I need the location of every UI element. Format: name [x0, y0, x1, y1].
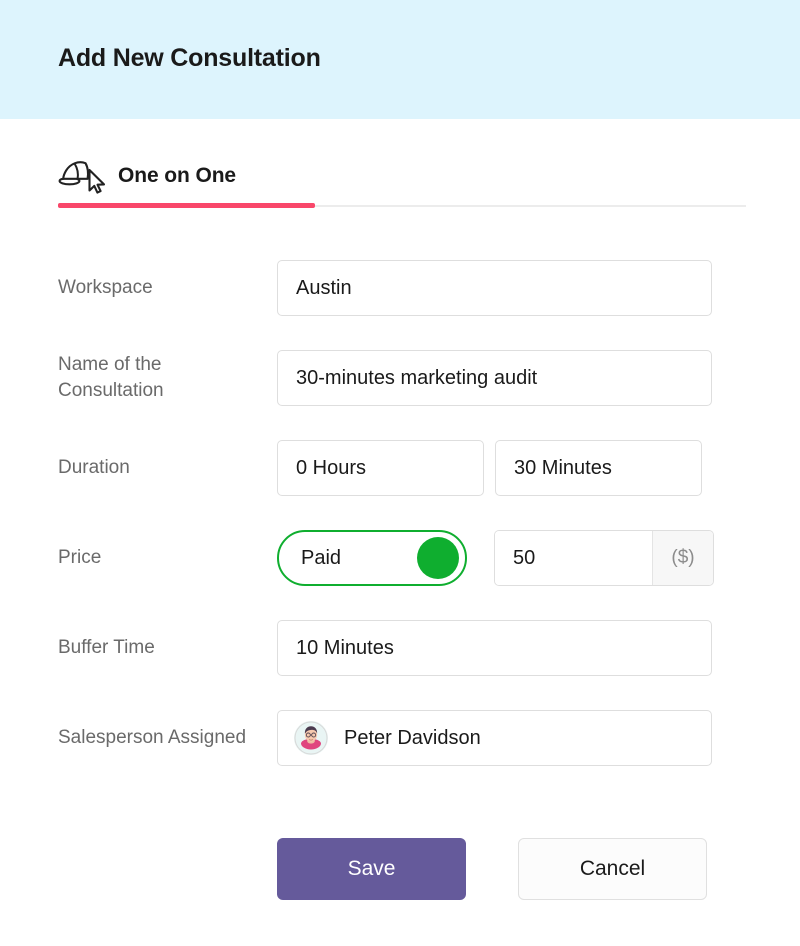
toggle-knob[interactable] — [417, 537, 459, 579]
buffer-time-label: Buffer Time — [58, 635, 268, 661]
form-row-buffer-time: Buffer Time 10 Minutes — [0, 603, 800, 693]
consultation-name-value: 30-minutes marketing audit — [296, 367, 537, 390]
workspace-input[interactable]: Austin — [277, 260, 712, 316]
tab-label: One on One — [118, 164, 236, 188]
save-button[interactable]: Save — [277, 838, 466, 900]
duration-hours-value: 0 Hours — [296, 457, 366, 480]
buffer-time-input[interactable]: 10 Minutes — [277, 620, 712, 676]
form-row-name: Name of the Consultation 30-minutes mark… — [0, 333, 800, 423]
price-field-group: Paid 50 ($) — [277, 530, 714, 586]
add-consultation-dialog: Add New Consultation One on One Workspac… — [0, 0, 800, 946]
workspace-value: Austin — [296, 277, 352, 300]
salesperson-value: Peter Davidson — [344, 727, 481, 750]
price-amount-group: 50 ($) — [494, 530, 714, 586]
duration-label: Duration — [58, 455, 268, 481]
workspace-label: Workspace — [58, 275, 268, 301]
form-actions: Save Cancel — [277, 838, 707, 900]
consultation-form: Workspace Austin Name of the Consultatio… — [0, 243, 800, 783]
price-amount-value: 50 — [513, 547, 535, 570]
form-row-price: Price Paid 50 ($) — [0, 513, 800, 603]
consultation-name-input[interactable]: 30-minutes marketing audit — [277, 350, 712, 406]
consultation-name-label: Name of the Consultation — [58, 352, 268, 404]
avatar — [294, 721, 328, 755]
page-title: Add New Consultation — [58, 44, 321, 73]
paid-toggle[interactable]: Paid — [277, 530, 467, 586]
price-amount-input[interactable]: 50 — [495, 531, 652, 585]
form-row-workspace: Workspace Austin — [0, 243, 800, 333]
consultation-name-field-group: 30-minutes marketing audit — [277, 350, 712, 406]
buffer-time-field-group: 10 Minutes — [277, 620, 712, 676]
duration-minutes-input[interactable]: 30 Minutes — [495, 440, 702, 496]
dialog-header: Add New Consultation — [0, 0, 800, 119]
salesperson-field-group: Peter Davidson — [277, 710, 712, 766]
duration-field-group: 0 Hours 30 Minutes — [277, 440, 702, 496]
duration-hours-input[interactable]: 0 Hours — [277, 440, 484, 496]
salesperson-label: Salesperson Assigned — [58, 725, 268, 751]
form-row-salesperson: Salesperson Assigned — [0, 693, 800, 783]
tab-active-indicator — [58, 203, 315, 208]
paid-toggle-label: Paid — [301, 547, 341, 570]
form-row-duration: Duration 0 Hours 30 Minutes — [0, 423, 800, 513]
currency-suffix: ($) — [652, 531, 713, 585]
tab-one-on-one[interactable]: One on One — [58, 152, 236, 200]
salesperson-input[interactable]: Peter Davidson — [277, 710, 712, 766]
cap-cursor-icon — [58, 156, 114, 196]
duration-minutes-value: 30 Minutes — [514, 457, 612, 480]
buffer-time-value: 10 Minutes — [296, 637, 394, 660]
cancel-button[interactable]: Cancel — [518, 838, 707, 900]
workspace-field-group: Austin — [277, 260, 712, 316]
price-label: Price — [58, 545, 268, 571]
